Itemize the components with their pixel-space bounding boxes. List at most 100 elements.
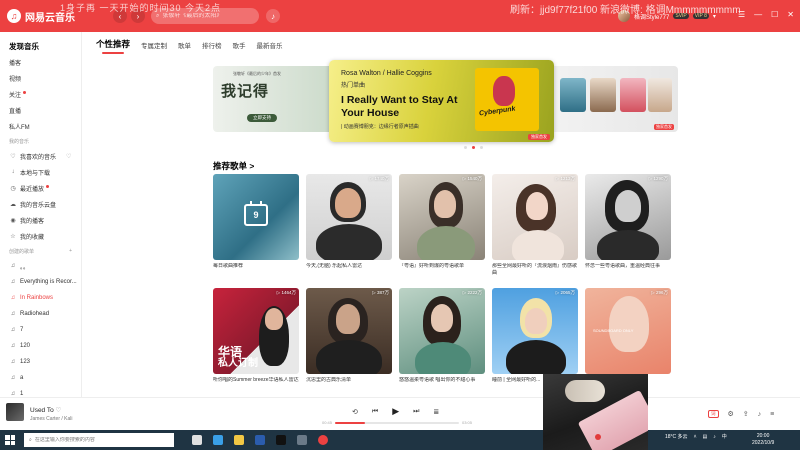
app-icon[interactable] (297, 435, 307, 445)
progress-track[interactable] (335, 421, 459, 424)
sidebar-item-collection[interactable]: ☆ 我的收藏 (0, 228, 81, 244)
tab-playlists[interactable]: 歌单 (178, 40, 191, 50)
playlist-card[interactable]: ▷ 1213万 那些全网最好听的『流浪烟雨』伤感歌曲 (492, 174, 578, 277)
playlist-label: 123 (20, 359, 31, 365)
cover-text-line: 私人订制 (218, 358, 258, 369)
microphone-icon[interactable]: ♪ (266, 9, 280, 23)
previous-icon[interactable]: ⏮ (372, 408, 378, 416)
sidebar-item-cloud[interactable]: ☁ 我的音乐云盘 (0, 196, 81, 212)
player-bar: Used To ♡ James Carter / Kali ⟲ ⏮ ▶ ⏭ ≣ … (0, 397, 800, 430)
playlist-label: In Rainbows (20, 295, 54, 301)
windows-start-icon[interactable] (5, 435, 15, 445)
sidebar-item-discover[interactable]: 发现音乐 (0, 38, 81, 54)
cover-person-face (434, 190, 456, 218)
playlist-card[interactable]: ▷ 2222万 悠悠温柔粤语歌 唱出你的不甜心事 (399, 288, 485, 391)
notification-dot (46, 184, 50, 188)
playlist-item[interactable]: ♫ Radiohead (0, 306, 81, 322)
card-title[interactable]: 那些全网最好听的『流浪烟雨』伤感歌曲 (492, 263, 578, 277)
tab-artists[interactable]: 歌手 (233, 40, 246, 50)
playlist-card[interactable]: ▷ 1740万 今天,(无脑) 乐起私人雷达 (306, 174, 392, 277)
sidebar-item-fm[interactable]: 私人FM (0, 118, 81, 134)
media-app-icon[interactable] (276, 435, 286, 445)
card-title[interactable]: 悠悠温柔粤语歌 唱出你的不甜心事 (399, 377, 485, 391)
tab-personal-recommend[interactable]: 个性推荐 (96, 38, 130, 54)
taskbar-search-input[interactable] (34, 437, 155, 443)
cover-person-body (597, 230, 659, 260)
banner-left-title: 我记得 (221, 82, 270, 100)
playlist-item[interactable]: ♫ In Rainbows (0, 290, 81, 306)
close-icon[interactable]: ✕ (787, 10, 794, 19)
playlist-card[interactable]: ▷ 1540万 『粤语』好听到爆的粤语歌单 (399, 174, 485, 277)
playlist-item[interactable]: ♫ Everything is Recor... (0, 274, 81, 290)
playlist-card[interactable]: ▷ 1290万 怀念一些粤语歌曲，重温经典往事 (585, 174, 671, 277)
next-icon[interactable]: ⏭ (413, 408, 419, 416)
now-playing-title[interactable]: Used To ♡ (30, 406, 61, 414)
lyric-badge[interactable]: 词 (708, 410, 719, 418)
cover-person-face (526, 192, 548, 220)
playlist-card[interactable]: 华语 私人订制 ▷ 1464万 听你唱的Summer breeze华语私人雷达 (213, 288, 299, 391)
card-title[interactable]: 『粤语』好听到爆的粤语歌单 (399, 263, 485, 277)
chevron-up-icon[interactable]: ˄ (694, 434, 697, 440)
card-title[interactable]: 听你唱的Summer breeze华语私人雷达 (213, 377, 299, 391)
now-playing-artist[interactable]: James Carter / Kali (30, 416, 73, 422)
file-explorer-icon[interactable] (234, 435, 244, 445)
edge-icon[interactable] (213, 435, 223, 445)
sidebar-item-recent[interactable]: ◷ 最近播放 (0, 180, 81, 196)
sidebar-item-follow[interactable]: 关注 (0, 86, 81, 102)
weather-text[interactable]: 18°C 多云 (665, 433, 688, 440)
banner-left-caption: 张敬轩《最后的少年》首发 (233, 71, 281, 76)
playlist-item[interactable]: ♫ 。。 (0, 258, 81, 274)
recommend-playlists-title[interactable]: 推荐歌单 > (213, 160, 254, 172)
sidebar-item-video[interactable]: 视频 (0, 70, 81, 86)
card-title[interactable]: 怀念一些粤语歌曲，重温经典往事 (585, 263, 671, 277)
card-title[interactable]: 沉思里的古典乐清单 (306, 377, 392, 391)
maximize-icon[interactable]: ☐ (771, 10, 778, 19)
playlist-item[interactable]: ♫ 123 (0, 354, 81, 370)
sidebar-item-local[interactable]: ↓ 本地与下载 (0, 164, 81, 180)
lyrics-icon[interactable]: ≣ (433, 408, 439, 416)
playlist-item[interactable]: ♫ 7 (0, 322, 81, 338)
like-heart-icon[interactable]: ♡ (56, 407, 62, 414)
playlist-item[interactable]: ♫ 120 (0, 338, 81, 354)
play-icon[interactable]: ▶ (392, 406, 399, 417)
sidebar-item-liked[interactable]: ♡ 我喜欢的音乐 ♡ (0, 148, 81, 164)
add-playlist-icon[interactable]: + (69, 248, 72, 254)
share-icon[interactable]: ⇪ (743, 410, 749, 418)
input-language[interactable]: 中 (722, 433, 727, 440)
tab-charts[interactable]: 排行榜 (202, 40, 222, 50)
now-playing-cover[interactable] (6, 403, 24, 421)
webcam-overlay (543, 374, 648, 450)
banner-center[interactable]: Rosa Walton / Hallie Coggins 热门单曲 I Real… (329, 60, 554, 142)
volume-icon[interactable]: ♪ (758, 411, 762, 418)
pagination-dot[interactable] (464, 146, 467, 149)
sidebar-item-podcast[interactable]: 播客 (0, 54, 81, 70)
playlist-queue-icon[interactable]: ≡ (770, 411, 774, 418)
playlist-card[interactable]: ▷ 387万 沉思里的古典乐清单 (306, 288, 392, 391)
volume-tray-icon[interactable]: ♪ (713, 434, 716, 440)
playlist-item[interactable]: ♫ a (0, 370, 81, 386)
banner-left-button[interactable]: 立即支持 (247, 114, 277, 122)
pagination-dot[interactable] (480, 146, 483, 149)
banner-left[interactable]: 张敬轩《最后的少年》首发 我记得 立即支持 (213, 66, 343, 132)
playlist-card-daily[interactable]: 9 每日歌曲推荐 (213, 174, 299, 277)
pagination-dot-active[interactable] (472, 146, 475, 149)
netease-music-taskbar-icon[interactable] (318, 435, 328, 445)
progress-bar[interactable]: 00:45 03:05 (322, 420, 472, 425)
card-title[interactable]: 今天,(无脑) 乐起私人雷达 (306, 263, 392, 277)
tab-new-music[interactable]: 最新音乐 (257, 40, 283, 50)
taskbar-search[interactable]: ⌕ (24, 433, 174, 447)
sound-effect-icon[interactable]: ⚙ (728, 410, 734, 418)
task-view-icon[interactable] (192, 435, 202, 445)
minimize-icon[interactable]: — (754, 10, 762, 19)
tab-custom[interactable]: 专属定制 (141, 40, 167, 50)
loop-icon[interactable]: ⟲ (352, 408, 358, 416)
play-count: ▷ 387万 (372, 290, 389, 295)
system-clock[interactable]: 20:00 2022/10/9 (752, 433, 774, 447)
play-count: ▷ 2222万 (462, 290, 482, 295)
sidebar-item-live[interactable]: 直播 (0, 102, 81, 118)
store-icon[interactable] (255, 435, 265, 445)
sidebar-item-my-podcast[interactable]: ◉ 我的播客 (0, 212, 81, 228)
network-icon[interactable]: ▤ (702, 434, 707, 440)
card-title[interactable]: 每日歌曲推荐 (213, 263, 299, 277)
heartbeat-mode-icon[interactable]: ♡ (66, 153, 71, 160)
